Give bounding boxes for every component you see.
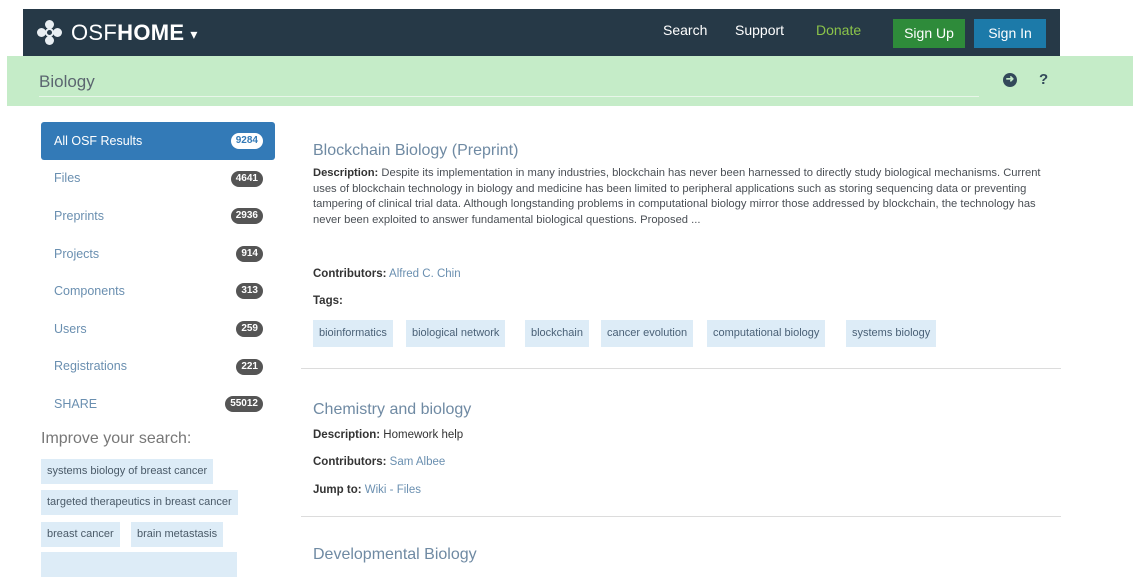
result-tag[interactable]: cancer evolution — [601, 320, 694, 347]
filter-registrations[interactable]: Registrations 221 — [41, 348, 275, 386]
osf-home-menu[interactable]: OSFHOME ▾ — [37, 18, 197, 48]
suggestion-tag[interactable]: systems biology of breast cancer — [41, 459, 214, 484]
result-contributors: Contributors: Sam Albee — [313, 456, 445, 468]
filter-projects[interactable]: Projects 914 — [41, 235, 275, 273]
filter-label: Registrations — [54, 359, 127, 374]
sign-in-button[interactable]: Sign In — [974, 19, 1046, 48]
jump-to-label: Jump to: — [313, 484, 362, 496]
result-title-link[interactable]: Developmental Biology — [313, 546, 477, 564]
filter-label: Preprints — [54, 208, 105, 223]
nav-donate-link[interactable]: Donate — [816, 22, 861, 38]
help-icon[interactable]: ? — [1039, 71, 1048, 88]
contributor-link[interactable]: Alfred C. Chin — [389, 268, 461, 280]
osf-logo-icon — [37, 20, 63, 46]
result-tag[interactable]: biological network — [406, 320, 506, 347]
count-badge: 914 — [236, 245, 263, 262]
result-contributors: Contributors: Alfred C. Chin — [313, 268, 461, 280]
filter-components[interactable]: Components 313 — [41, 272, 275, 310]
contributors-label: Contributors: — [313, 456, 387, 468]
filter-label: SHARE — [54, 396, 98, 411]
filter-label: Components — [54, 284, 125, 299]
count-badge: 2936 — [230, 208, 263, 225]
result-title-link[interactable]: Blockchain Biology (Preprint) — [313, 142, 518, 160]
count-badge: 221 — [236, 358, 263, 375]
search-query-title[interactable]: Biology — [39, 72, 95, 92]
result-title-link[interactable]: Chemistry and biology — [313, 401, 471, 419]
contributor-link[interactable]: Sam Albee — [390, 456, 446, 468]
filter-all-osf-results[interactable]: All OSF Results 9284 — [41, 122, 275, 160]
suggestion-tag[interactable]: breast cancer — [41, 522, 120, 547]
count-badge: 4641 — [230, 170, 263, 187]
contributors-label: Contributors: — [313, 268, 387, 280]
result-description: Description: Despite its implementation … — [313, 166, 1048, 228]
result-divider — [301, 516, 1061, 517]
top-navbar: OSFHOME ▾ Search Support Donate Sign Up … — [0, 0, 1133, 56]
filter-label: Projects — [54, 246, 100, 261]
filter-users[interactable]: Users 259 — [41, 310, 275, 348]
result-tag[interactable]: bioinformatics — [313, 320, 393, 347]
filter-label: Users — [54, 321, 87, 336]
suggestion-tag[interactable]: brain metastasis — [131, 522, 224, 547]
result-tag[interactable]: blockchain — [525, 320, 589, 347]
result-divider — [301, 368, 1061, 369]
result-type-filter: All OSF Results 9284 Files 4641 Preprint… — [41, 122, 275, 423]
jump-to-links[interactable]: Wiki - Files — [365, 484, 421, 496]
sign-up-button[interactable]: Sign Up — [893, 19, 965, 48]
result-tag[interactable]: computational biology — [707, 320, 826, 347]
filter-share[interactable]: SHARE 55012 — [41, 385, 275, 423]
description-label: Description: — [313, 167, 379, 179]
filter-files[interactable]: Files 4641 — [41, 160, 275, 198]
description-text: Homework help — [383, 429, 464, 441]
search-subheader: Biology ➜ ? — [7, 56, 1133, 106]
chevron-down-icon: ▾ — [190, 25, 198, 42]
nav-support-link[interactable]: Support — [735, 22, 784, 38]
count-badge: 55012 — [225, 396, 263, 413]
result-jump-to: Jump to: Wiki - Files — [313, 484, 421, 496]
result-description: Description: Homework help — [313, 429, 463, 441]
result-tag[interactable]: systems biology — [846, 320, 937, 347]
arrow-circle-right-icon[interactable]: ➜ — [1003, 73, 1017, 87]
count-badge: 259 — [236, 320, 263, 337]
nav-search-link[interactable]: Search — [663, 22, 707, 38]
suggestion-tag[interactable] — [41, 552, 237, 577]
brand-text: OSFHOME — [71, 20, 185, 45]
count-badge: 313 — [236, 283, 263, 300]
suggestion-tag[interactable]: targeted therapeutics in breast cancer — [41, 490, 238, 515]
filter-preprints[interactable]: Preprints 2936 — [41, 197, 275, 235]
description-text: Despite its implementation in many indus… — [313, 167, 1041, 226]
filter-label: All OSF Results — [54, 133, 143, 148]
tags-label: Tags: — [313, 295, 343, 307]
description-label: Description: — [313, 429, 381, 441]
navbar-bar: OSFHOME ▾ Search Support Donate Sign Up … — [23, 9, 1060, 56]
search-underline — [39, 96, 979, 97]
filter-label: Files — [54, 171, 81, 186]
count-badge: 9284 — [230, 133, 263, 149]
improve-search-heading: Improve your search: — [41, 430, 192, 447]
